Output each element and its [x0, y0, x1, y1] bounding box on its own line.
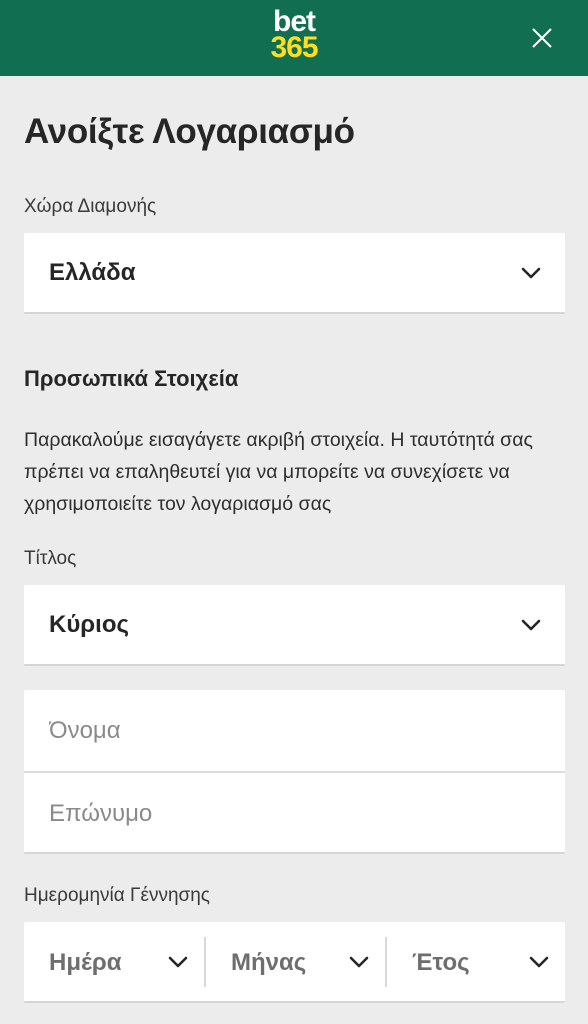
day-value: Ημέρα: [49, 949, 122, 976]
chevron-down-icon: [168, 956, 188, 968]
chevron-down-icon: [529, 956, 549, 968]
first-name-container: [24, 690, 565, 771]
title-label: Τίτλος: [24, 548, 77, 569]
app-header: bet 365: [0, 0, 588, 76]
bet365-logo: bet 365: [0, 7, 588, 64]
chevron-down-icon: [349, 956, 369, 968]
dob-select-group: Ημέρα Μήνας Έτος: [24, 922, 565, 1003]
title-select[interactable]: Κύριος: [24, 585, 565, 666]
name-fields: [24, 690, 565, 854]
country-select[interactable]: Ελλάδα: [24, 233, 565, 314]
year-select[interactable]: Έτος: [387, 922, 565, 1003]
chevron-down-icon: [521, 619, 541, 631]
personal-details-description: Παρακαλούμε εισαγάγετε ακριβή στοιχεία. …: [24, 429, 533, 515]
chevron-down-icon: [521, 267, 541, 279]
country-value: Ελλάδα: [49, 259, 136, 286]
residence-label: Χώρα Διαμονής: [24, 196, 157, 217]
personal-details-heading: Προσωπικά Στοιχεία: [24, 366, 239, 391]
page-title: Ανοίξτε Λογαριασμό: [24, 112, 355, 151]
title-value: Κύριος: [49, 611, 129, 638]
close-icon: [532, 28, 552, 48]
first-name-input[interactable]: [24, 690, 565, 771]
last-name-container: [24, 773, 565, 854]
dob-label: Ημερομηνία Γέννησης: [24, 885, 210, 906]
last-name-input[interactable]: [24, 773, 565, 854]
close-button[interactable]: [526, 22, 558, 54]
logo-text-bottom: 365: [270, 31, 318, 64]
year-value: Έτος: [412, 949, 470, 976]
day-select[interactable]: Ημέρα: [24, 922, 204, 1003]
month-value: Μήνας: [231, 949, 307, 976]
month-select[interactable]: Μήνας: [206, 922, 385, 1003]
